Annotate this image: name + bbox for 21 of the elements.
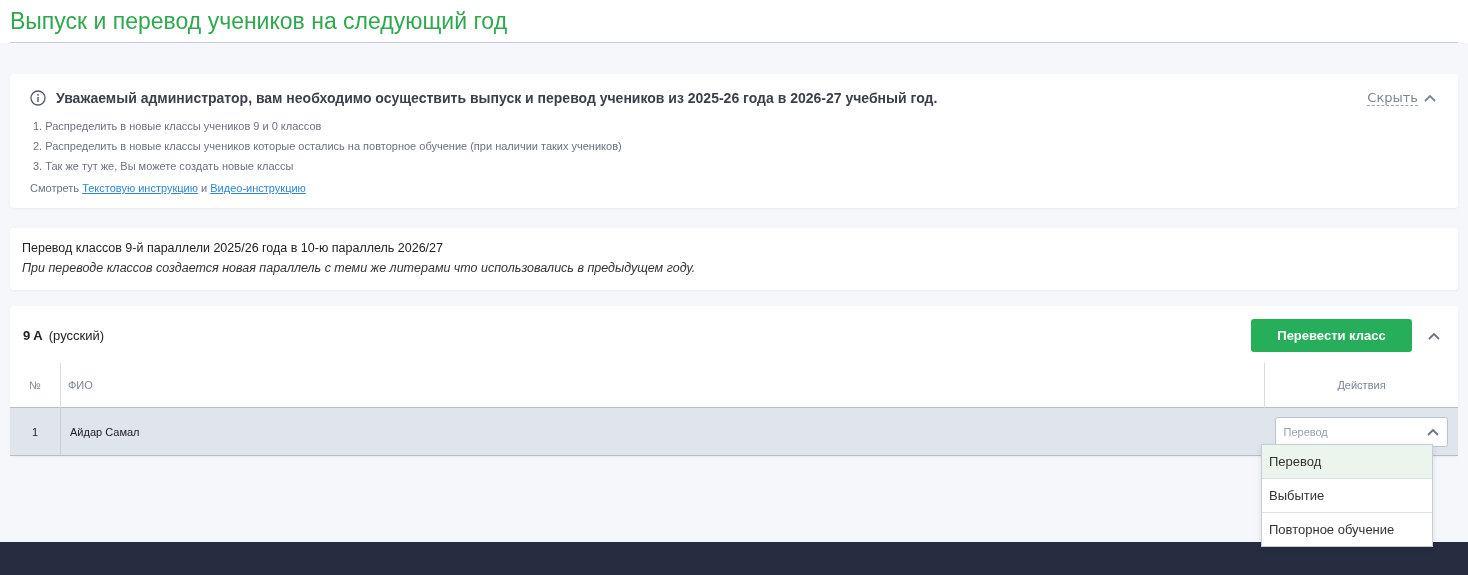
notice-heading: Уважаемый администратор, вам необходимо осуществить выпуск и перевод учеников из 2025-26 года в 2026-27 учебный год.: [56, 90, 939, 106]
table-cell: Айдар Самал: [60, 407, 1265, 456]
action-select[interactable]: Перевод: [1274, 416, 1448, 447]
dropdown-option[interactable]: Выбытие: [1262, 479, 1432, 513]
dropdown-option[interactable]: Повторное обучение: [1262, 513, 1432, 546]
transfer-class-button[interactable]: Перевести класс: [1251, 319, 1412, 352]
instruction-step: 1. Распределить в новые классы учеников 9 и 0 классов: [33, 116, 1436, 136]
transfer-note: При переводе классов создается новая параллель с теми же литерами что использовались в предыдущем году.: [22, 261, 697, 275]
transfer-title: Перевод классов 9-й параллели 2025/26 года в 10-ю параллель 2026/27: [22, 241, 444, 255]
table-cell: 1: [10, 407, 61, 456]
instruction-step: 2. Распределить в новые классы учеников которые остались на повторное обучение (при наличии таких учеников): [33, 136, 1436, 156]
column-header: ФИО: [60, 363, 1265, 408]
instruction-link[interactable]: Текстовую инструкцию: [82, 182, 198, 194]
class-language: (русский): [48, 328, 106, 343]
instruction-links-text: Смотреть Текстовую инструкцию и Видео-инструкцию: [30, 182, 307, 194]
hide-toggle[interactable]: Скрыть: [1367, 90, 1436, 106]
instruction-link[interactable]: Видео-инструкцию: [210, 182, 306, 194]
page-title: Выпуск и перевод учеников на следующий год: [10, 8, 1458, 43]
dropdown-option[interactable]: Перевод: [1262, 445, 1432, 479]
class-name: 9 A: [23, 328, 43, 343]
instruction-step: 3. Так же тут же, Вы можете создать новые классы: [33, 156, 1436, 176]
